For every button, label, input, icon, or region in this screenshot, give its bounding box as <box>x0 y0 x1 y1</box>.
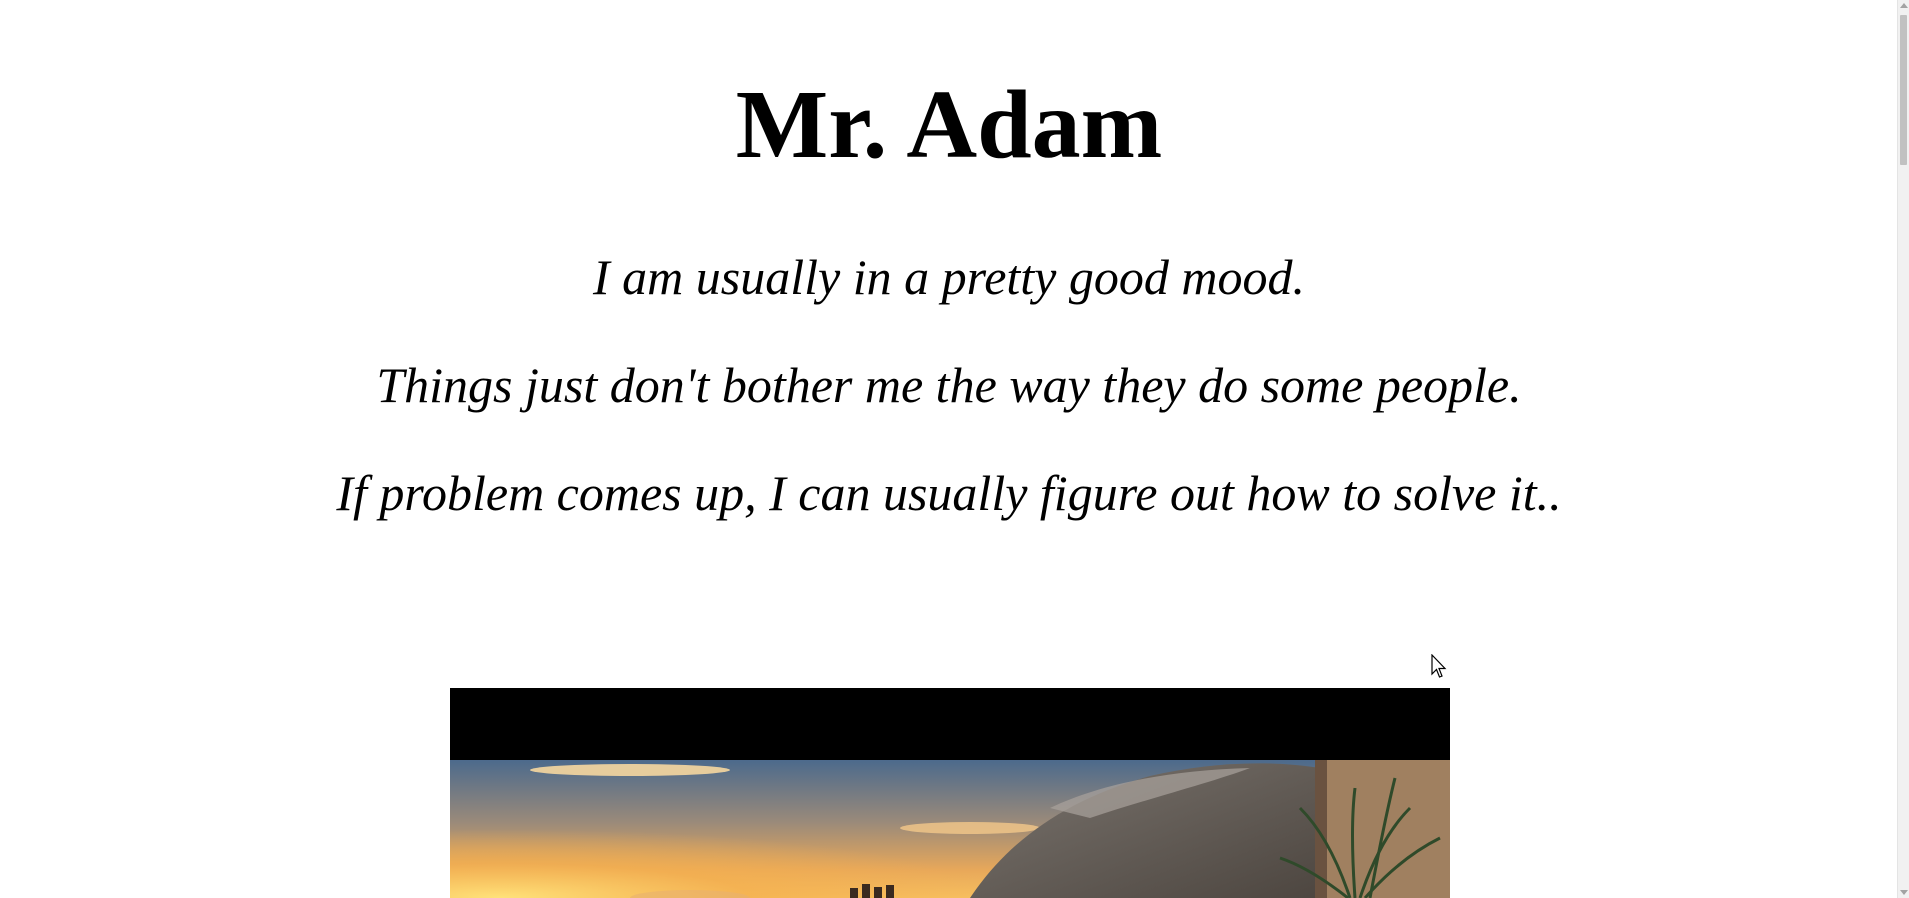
page-title: Mr. Adam <box>735 71 1163 179</box>
bio-line: Things just don't bother me the way they… <box>376 357 1522 413</box>
vertical-scrollbar[interactable] <box>1897 0 1909 898</box>
scroll-thumb[interactable] <box>1900 15 1907 165</box>
scroll-down-icon[interactable] <box>1900 890 1908 895</box>
scroll-up-icon[interactable] <box>1900 3 1908 8</box>
bio-line: If problem comes up, I can usually figur… <box>336 465 1562 521</box>
mouse-cursor-icon <box>1431 654 1447 678</box>
video-frame <box>450 688 1450 898</box>
page: Mr. Adam I am usually in a pretty good m… <box>0 0 1909 898</box>
bio-line: I am usually in a pretty good mood. <box>593 249 1305 305</box>
video-player[interactable] <box>450 688 1450 898</box>
